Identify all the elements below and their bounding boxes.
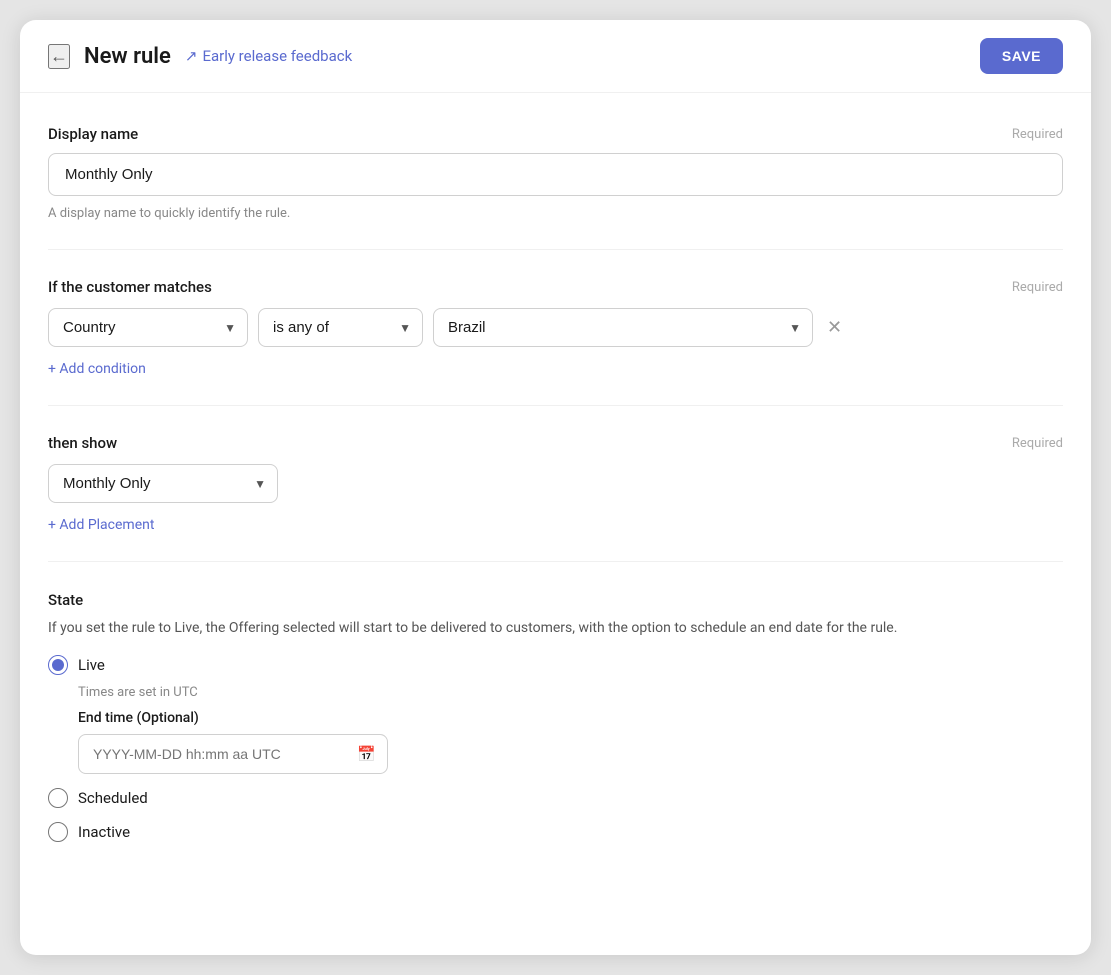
condition-row: Country ▼ is any of ▼ Brazil ▼ xyxy=(48,308,1063,347)
then-show-row: Monthly Only ▼ xyxy=(48,464,1063,503)
header-left: ← New rule ↗ Early release feedback xyxy=(48,44,352,69)
then-show-label: then show xyxy=(48,434,117,452)
timezone-note: Times are set in UTC xyxy=(78,685,1063,700)
remove-condition-button[interactable]: ✕ xyxy=(823,313,846,342)
display-name-header: Display name Required xyxy=(48,125,1063,143)
country-select-wrapper: Country ▼ xyxy=(48,308,248,347)
add-placement-link[interactable]: + Add Placement xyxy=(48,517,154,533)
condition-header: If the customer matches Required xyxy=(48,278,1063,296)
inactive-radio-label: Inactive xyxy=(78,823,130,841)
display-name-label: Display name xyxy=(48,125,138,143)
display-name-hint: A display name to quickly identify the r… xyxy=(48,206,1063,221)
feedback-link[interactable]: ↗ Early release feedback xyxy=(185,47,352,65)
country-select[interactable]: Country xyxy=(48,308,248,347)
back-icon: ← xyxy=(50,46,68,67)
add-condition-link[interactable]: + Add condition xyxy=(48,361,146,377)
value-select-wrapper: Brazil ▼ xyxy=(433,308,813,347)
scheduled-radio-item[interactable]: Scheduled xyxy=(48,788,1063,808)
placement-select[interactable]: Monthly Only xyxy=(48,464,278,503)
display-name-section: Display name Required A display name to … xyxy=(48,125,1063,250)
placement-select-wrapper: Monthly Only ▼ xyxy=(48,464,278,503)
condition-label: If the customer matches xyxy=(48,278,212,296)
live-radio-item[interactable]: Live xyxy=(48,655,1063,675)
operator-select-wrapper: is any of ▼ xyxy=(258,308,423,347)
save-button[interactable]: SAVE xyxy=(980,38,1063,74)
inactive-radio-input[interactable] xyxy=(48,822,68,842)
inactive-radio-item[interactable]: Inactive xyxy=(48,822,1063,842)
close-icon: ✕ xyxy=(827,317,842,338)
header: ← New rule ↗ Early release feedback SAVE xyxy=(20,20,1091,93)
live-radio-input[interactable] xyxy=(48,655,68,675)
scheduled-radio-label: Scheduled xyxy=(78,789,148,807)
state-label: State xyxy=(48,591,83,609)
display-name-input[interactable] xyxy=(48,153,1063,196)
state-section: State If you set the rule to Live, the O… xyxy=(48,590,1063,870)
end-time-input[interactable] xyxy=(78,734,388,774)
operator-select[interactable]: is any of xyxy=(258,308,423,347)
state-description: If you set the rule to Live, the Offerin… xyxy=(48,617,1063,639)
condition-section: If the customer matches Required Country… xyxy=(48,278,1063,406)
end-time-label: End time (Optional) xyxy=(78,710,1063,726)
page-card: ← New rule ↗ Early release feedback SAVE… xyxy=(20,20,1091,955)
then-show-header: then show Required xyxy=(48,434,1063,452)
content: Display name Required A display name to … xyxy=(20,93,1091,902)
external-link-icon: ↗ xyxy=(185,47,198,65)
back-button[interactable]: ← xyxy=(48,44,70,69)
live-option-section: Live Times are set in UTC End time (Opti… xyxy=(48,655,1063,774)
then-show-required: Required xyxy=(1012,436,1063,451)
state-radio-group: Scheduled Inactive xyxy=(48,788,1063,842)
live-radio-label: Live xyxy=(78,656,105,674)
display-name-required: Required xyxy=(1012,127,1063,142)
then-show-section: then show Required Monthly Only ▼ + Add … xyxy=(48,434,1063,562)
page-title: New rule xyxy=(84,44,171,69)
datetime-input-wrapper: 📅 xyxy=(78,734,388,774)
condition-required: Required xyxy=(1012,280,1063,295)
value-select[interactable]: Brazil xyxy=(433,308,813,347)
scheduled-radio-input[interactable] xyxy=(48,788,68,808)
end-time-wrapper: 📅 xyxy=(78,734,1063,774)
feedback-label: Early release feedback xyxy=(202,47,352,65)
